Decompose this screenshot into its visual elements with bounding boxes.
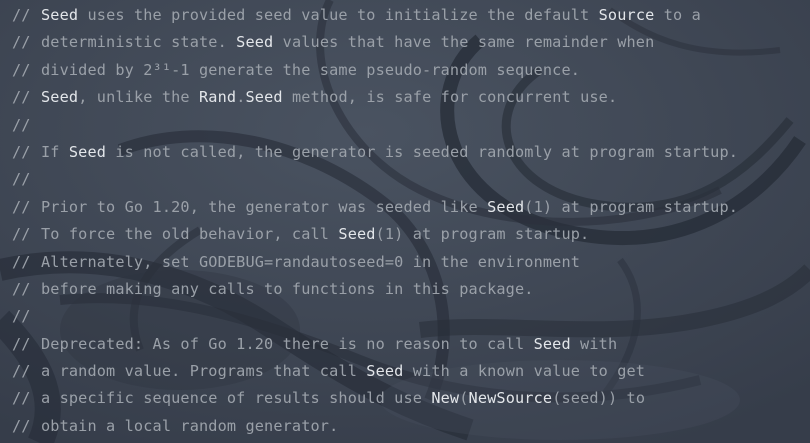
comment-text: If Seed is not called, the generator is … xyxy=(41,139,738,166)
comment-fragment: . xyxy=(236,88,246,107)
comment-text: a specific sequence of results should us… xyxy=(41,385,645,412)
comment-prefix: // xyxy=(12,389,31,408)
comment-line: // To force the old behavior, call Seed(1… xyxy=(0,221,810,248)
comment-text: obtain a local random generator. xyxy=(41,413,338,440)
comment-fragment: with xyxy=(570,334,618,353)
comment-prefix: // xyxy=(12,362,31,381)
identifier-reference: NewSource xyxy=(468,389,553,408)
comment-fragment: with a known value to get xyxy=(403,362,646,381)
comment-prefix: // xyxy=(12,279,31,298)
comment-fragment: Deprecated: As of Go 1.20 there is no re… xyxy=(41,334,534,353)
comment-text: a random value. Programs that call Seed … xyxy=(41,358,645,385)
comment-text: before making any calls to functions in … xyxy=(41,276,534,303)
comment-fragment: a specific sequence of results should us… xyxy=(41,389,432,408)
identifier-reference: Seed xyxy=(487,197,525,216)
comment-line: // If Seed is not called, the generator i… xyxy=(0,139,810,166)
comment-text: To force the old behavior, call Seed(1) … xyxy=(41,221,589,248)
comment-line: // a random value. Programs that call See… xyxy=(0,358,810,385)
comment-prefix: // xyxy=(12,88,31,107)
comment-fragment: deterministic state. xyxy=(41,33,237,52)
comment-fragment: Prior to Go 1.20, the generator was seed… xyxy=(41,197,488,216)
identifier-reference: Source xyxy=(598,6,655,24)
comment-line: // xyxy=(0,166,810,193)
comment-fragment: divided by 2³¹-1 generate the same pseud… xyxy=(41,60,581,79)
comment-prefix: // xyxy=(12,33,31,52)
comment-line: // before making any calls to functions i… xyxy=(0,276,810,303)
identifier-reference: New xyxy=(431,389,460,408)
comment-prefix: // xyxy=(12,6,31,24)
comment-prefix: // xyxy=(12,225,31,244)
comment-prefix: // xyxy=(12,115,31,134)
comment-fragment: If xyxy=(41,142,69,161)
comment-prefix: // xyxy=(12,252,31,271)
comment-line: // Deprecated: As of Go 1.20 there is no … xyxy=(0,331,810,358)
comment-fragment: values that have the same remainder when xyxy=(273,33,655,52)
comment-prefix: // xyxy=(12,416,31,435)
comment-fragment: is not called, the generator is seeded r… xyxy=(106,142,739,161)
comment-line: // xyxy=(0,112,810,139)
comment-text: Seed, unlike the Rand.Seed method, is sa… xyxy=(41,84,617,111)
identifier-reference: Seed xyxy=(41,6,79,24)
comment-fragment: method, is safe for concurrent use. xyxy=(282,88,618,107)
comment-line: // obtain a local random generator. xyxy=(0,413,810,435)
comment-line: //Seed, unlike the Rand.Seed method, is … xyxy=(0,84,810,111)
comment-prefix: // xyxy=(12,307,31,326)
comment-prefix: // xyxy=(12,60,31,79)
comment-line: // Seed uses the provided seed value to i… xyxy=(0,2,810,29)
comment-fragment: (1) at program startup. xyxy=(524,197,739,216)
identifier-reference: Seed xyxy=(245,88,283,107)
comment-fragment: uses the provided seed value to initiali… xyxy=(78,6,599,24)
comment-line: // Prior to Go 1.20, the generator was se… xyxy=(0,194,810,221)
comment-line: // deterministic state. Seed values that … xyxy=(0,29,810,56)
identifier-reference: Seed xyxy=(533,334,571,353)
comment-prefix: // xyxy=(12,197,31,216)
comment-prefix: // xyxy=(12,170,31,189)
comment-fragment: before making any calls to functions in … xyxy=(41,279,534,298)
comment-fragment: obtain a local random generator. xyxy=(41,416,339,435)
identifier-reference: Rand xyxy=(199,88,237,107)
comment-line: // Alternately, set GODEBUG=randautoseed=… xyxy=(0,249,810,276)
comment-line: // xyxy=(0,303,810,330)
comment-text: Prior to Go 1.20, the generator was seed… xyxy=(41,194,738,221)
identifier-reference: Seed xyxy=(41,88,79,107)
comment-line: // a specific sequence of results should … xyxy=(0,385,810,412)
comment-text: Alternately, set GODEBUG=randautoseed=0 … xyxy=(41,249,580,276)
identifier-reference: Seed xyxy=(68,142,107,161)
comment-fragment: ( xyxy=(459,389,469,408)
comment-text: deterministic state. Seed values that ha… xyxy=(41,29,654,56)
comment-line: // divided by 2³¹-1 generate the same pse… xyxy=(0,57,810,84)
comment-fragment: , unlike the xyxy=(78,88,200,107)
comment-fragment: to a xyxy=(654,6,701,24)
comment-text: Deprecated: As of Go 1.20 there is no re… xyxy=(41,331,617,358)
comment-prefix: // xyxy=(12,334,31,353)
comment-fragment: To force the old behavior, call xyxy=(41,225,339,244)
comment-block: // Seed uses the provided seed value to i… xyxy=(0,2,810,435)
comment-text: divided by 2³¹-1 generate the same pseud… xyxy=(41,57,580,84)
identifier-reference: Seed xyxy=(236,33,274,52)
identifier-reference: Seed xyxy=(366,362,404,381)
comment-fragment: (seed)) to xyxy=(552,389,646,408)
comment-fragment: a random value. Programs that call xyxy=(41,362,367,381)
identifier-reference: Seed xyxy=(338,225,376,244)
comment-prefix: // xyxy=(12,142,31,161)
comment-fragment: Alternately, set GODEBUG=randautoseed=0 … xyxy=(41,252,581,271)
comment-fragment: (1) at program startup. xyxy=(375,225,590,244)
comment-text: Seed uses the provided seed value to ini… xyxy=(41,2,701,29)
